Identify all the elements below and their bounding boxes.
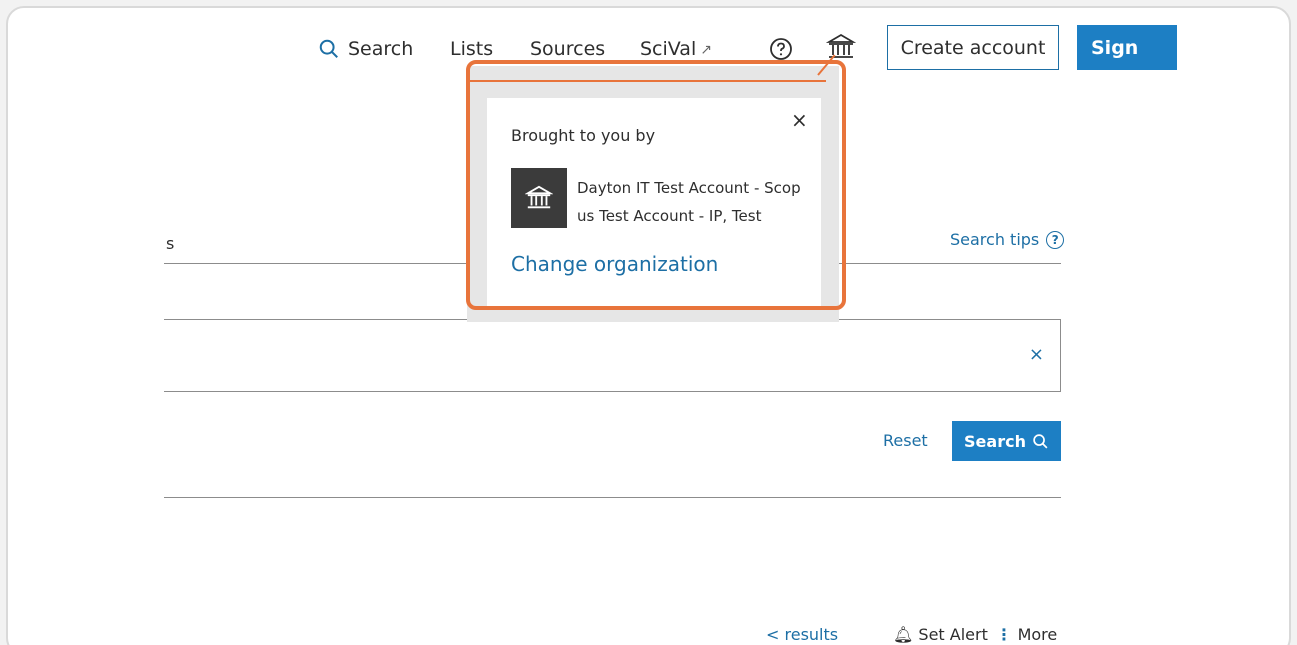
browser-frame: Search Lists Sources SciVal ↗ Create acc… [6, 6, 1291, 645]
search-icon [1033, 433, 1048, 448]
sign-in-button[interactable]: Sign [1077, 25, 1177, 70]
reset-link[interactable]: Reset [883, 431, 928, 450]
set-alert-link[interactable]: 🔔︎ Set Alert [893, 625, 988, 644]
search-button-label: Search [964, 431, 1026, 451]
search-input[interactable]: × [164, 319, 1061, 392]
nav-scival-link[interactable]: SciVal ↗ [640, 38, 712, 60]
search-button[interactable]: Search [952, 421, 1061, 461]
create-account-button[interactable]: Create account [887, 25, 1059, 70]
nav-lists-link[interactable]: Lists [450, 38, 493, 60]
search-tips-label: Search tips [950, 230, 1040, 249]
field-label-fragment: s [166, 234, 175, 253]
nav-scival-label: SciVal [640, 38, 697, 60]
external-link-icon: ↗ [700, 42, 712, 58]
kebab-icon: ⋮ [996, 625, 1018, 644]
section-divider [164, 497, 1061, 498]
question-circle-icon: ? [1046, 230, 1065, 249]
help-icon[interactable] [768, 36, 794, 62]
more-label: More [1017, 625, 1058, 644]
highlight-pointer-line [470, 80, 826, 82]
nav-sources-link[interactable]: Sources [530, 38, 605, 60]
search-icon [319, 39, 338, 58]
more-link[interactable]: ⋮ More [996, 625, 1057, 644]
highlight-box [466, 60, 846, 310]
nav-search-label: Search [348, 38, 414, 60]
bell-icon: 🔔︎ [893, 625, 919, 644]
clear-icon[interactable]: × [1029, 344, 1044, 365]
set-alert-label: Set Alert [918, 625, 988, 644]
results-link[interactable]: < results [766, 625, 838, 644]
nav-search-link[interactable]: Search [318, 38, 413, 60]
search-tips-link[interactable]: Search tips ? [950, 230, 1065, 249]
